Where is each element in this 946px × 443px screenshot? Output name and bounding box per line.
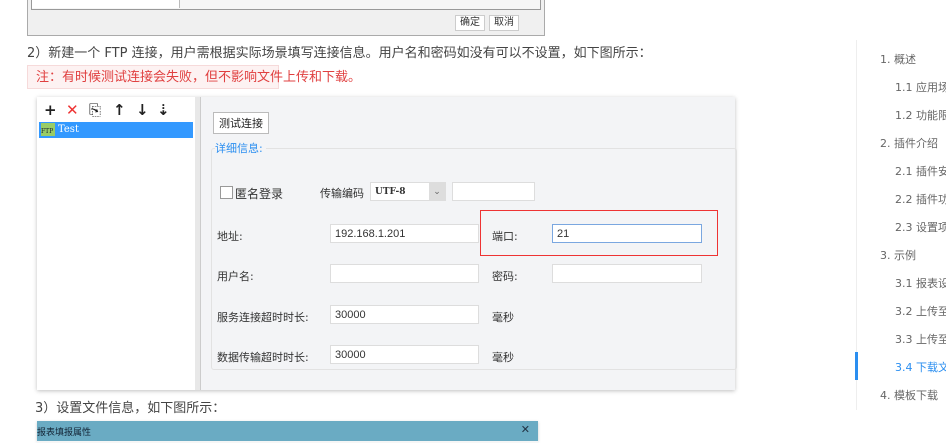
conn-timeout-unit: 毫秒 — [492, 311, 514, 324]
previous-dialog: 确定 取消 — [27, 0, 545, 36]
username-input[interactable] — [330, 264, 479, 283]
delete-icon[interactable]: ✕ — [66, 101, 79, 119]
step2-text: 2）新建一个 FTP 连接，用户需根据实际场景填写连接信息。用户名和密码如没有可… — [27, 46, 652, 61]
anonymous-label: 匿名登录 — [235, 187, 284, 201]
toc-item[interactable]: 1.2 功能限 — [895, 107, 946, 123]
toc-item[interactable]: 2.1 插件安 — [895, 163, 946, 179]
anonymous-checkbox[interactable] — [220, 186, 233, 199]
report-dialog-title: 报表填报属性 — [37, 428, 92, 438]
toc-item[interactable]: 4. 模板下载 — [880, 387, 938, 403]
ftp-icon: FTP — [41, 123, 55, 136]
splitter[interactable] — [195, 97, 201, 390]
cancel-button[interactable]: 取消 — [489, 15, 519, 31]
report-dialog-titlebar: 报表填报属性 ✕ — [37, 421, 538, 441]
encoding-value: UTF-8 — [375, 187, 406, 197]
data-timeout-input[interactable]: 30000 — [330, 345, 479, 364]
connection-list-panel: + ✕ ⎘ ↑ ↓ ⇣ FTP Test — [37, 97, 196, 390]
ok-button[interactable]: 确定 — [455, 15, 485, 31]
encoding-label: 传输编码 — [320, 187, 364, 200]
toc-item[interactable]: 3.3 上传至 — [895, 331, 946, 347]
toc-item[interactable]: 3. 示例 — [880, 247, 916, 263]
connection-item-test[interactable]: FTP Test — [39, 122, 193, 138]
copy-icon[interactable]: ⎘ — [89, 101, 101, 119]
toc-item[interactable]: 3.1 报表设 — [895, 275, 946, 291]
chevron-down-icon: ⌄ — [429, 183, 445, 200]
close-icon[interactable]: ✕ — [521, 423, 530, 436]
data-timeout-unit: 毫秒 — [492, 351, 514, 364]
conn-timeout-input[interactable]: 30000 — [330, 305, 479, 324]
toc-item[interactable]: 2.3 设置项 — [895, 219, 946, 235]
encoding-extra-input[interactable] — [452, 182, 535, 201]
test-connection-button[interactable]: 测试连接 — [213, 112, 269, 134]
move-down-icon[interactable]: ↓ — [136, 101, 149, 119]
move-up-icon[interactable]: ↑ — [113, 101, 126, 119]
toc-item[interactable]: 2.2 插件功 — [895, 191, 946, 207]
port-label: 端口: — [492, 230, 518, 243]
dialog-list — [32, 0, 180, 8]
toc-item[interactable]: 2. 插件介绍 — [880, 135, 938, 151]
address-label: 地址: — [217, 230, 243, 243]
ftp-settings-screenshot: + ✕ ⎘ ↑ ↓ ⇣ FTP Test 测试连接 详细信息: 匿名登录 传输编码… — [37, 97, 737, 390]
encoding-select[interactable]: UTF-8 ⌄ — [370, 182, 446, 201]
address-input[interactable]: 192.168.1.201 — [330, 224, 479, 243]
note-box: 注：有时候测试连接会失败，但不影响文件上传和下载。 — [27, 65, 361, 89]
connection-name: Test — [58, 124, 79, 135]
toc-item[interactable]: 1.1 应用场 — [895, 79, 946, 95]
sort-icon[interactable]: ⇣ — [157, 101, 170, 119]
toc-item[interactable]: 3.4 下载文 — [895, 359, 946, 375]
detail-section-title: 详细信息: — [215, 140, 266, 156]
toc-item[interactable]: 3.2 上传至 — [895, 303, 946, 319]
port-input[interactable]: 21 — [552, 224, 702, 243]
conn-timeout-label: 服务连接超时时长: — [217, 311, 309, 324]
toc-active-marker — [855, 352, 858, 380]
step3-text: 3）设置文件信息，如下图所示： — [35, 401, 226, 416]
data-timeout-label: 数据传输超时时长: — [217, 351, 309, 364]
add-icon[interactable]: + — [44, 101, 57, 119]
username-label: 用户名: — [217, 270, 254, 283]
password-label: 密码: — [492, 270, 518, 283]
dialog-panel — [31, 0, 541, 10]
password-input[interactable] — [552, 264, 702, 283]
toc-item[interactable]: 1. 概述 — [880, 51, 916, 67]
